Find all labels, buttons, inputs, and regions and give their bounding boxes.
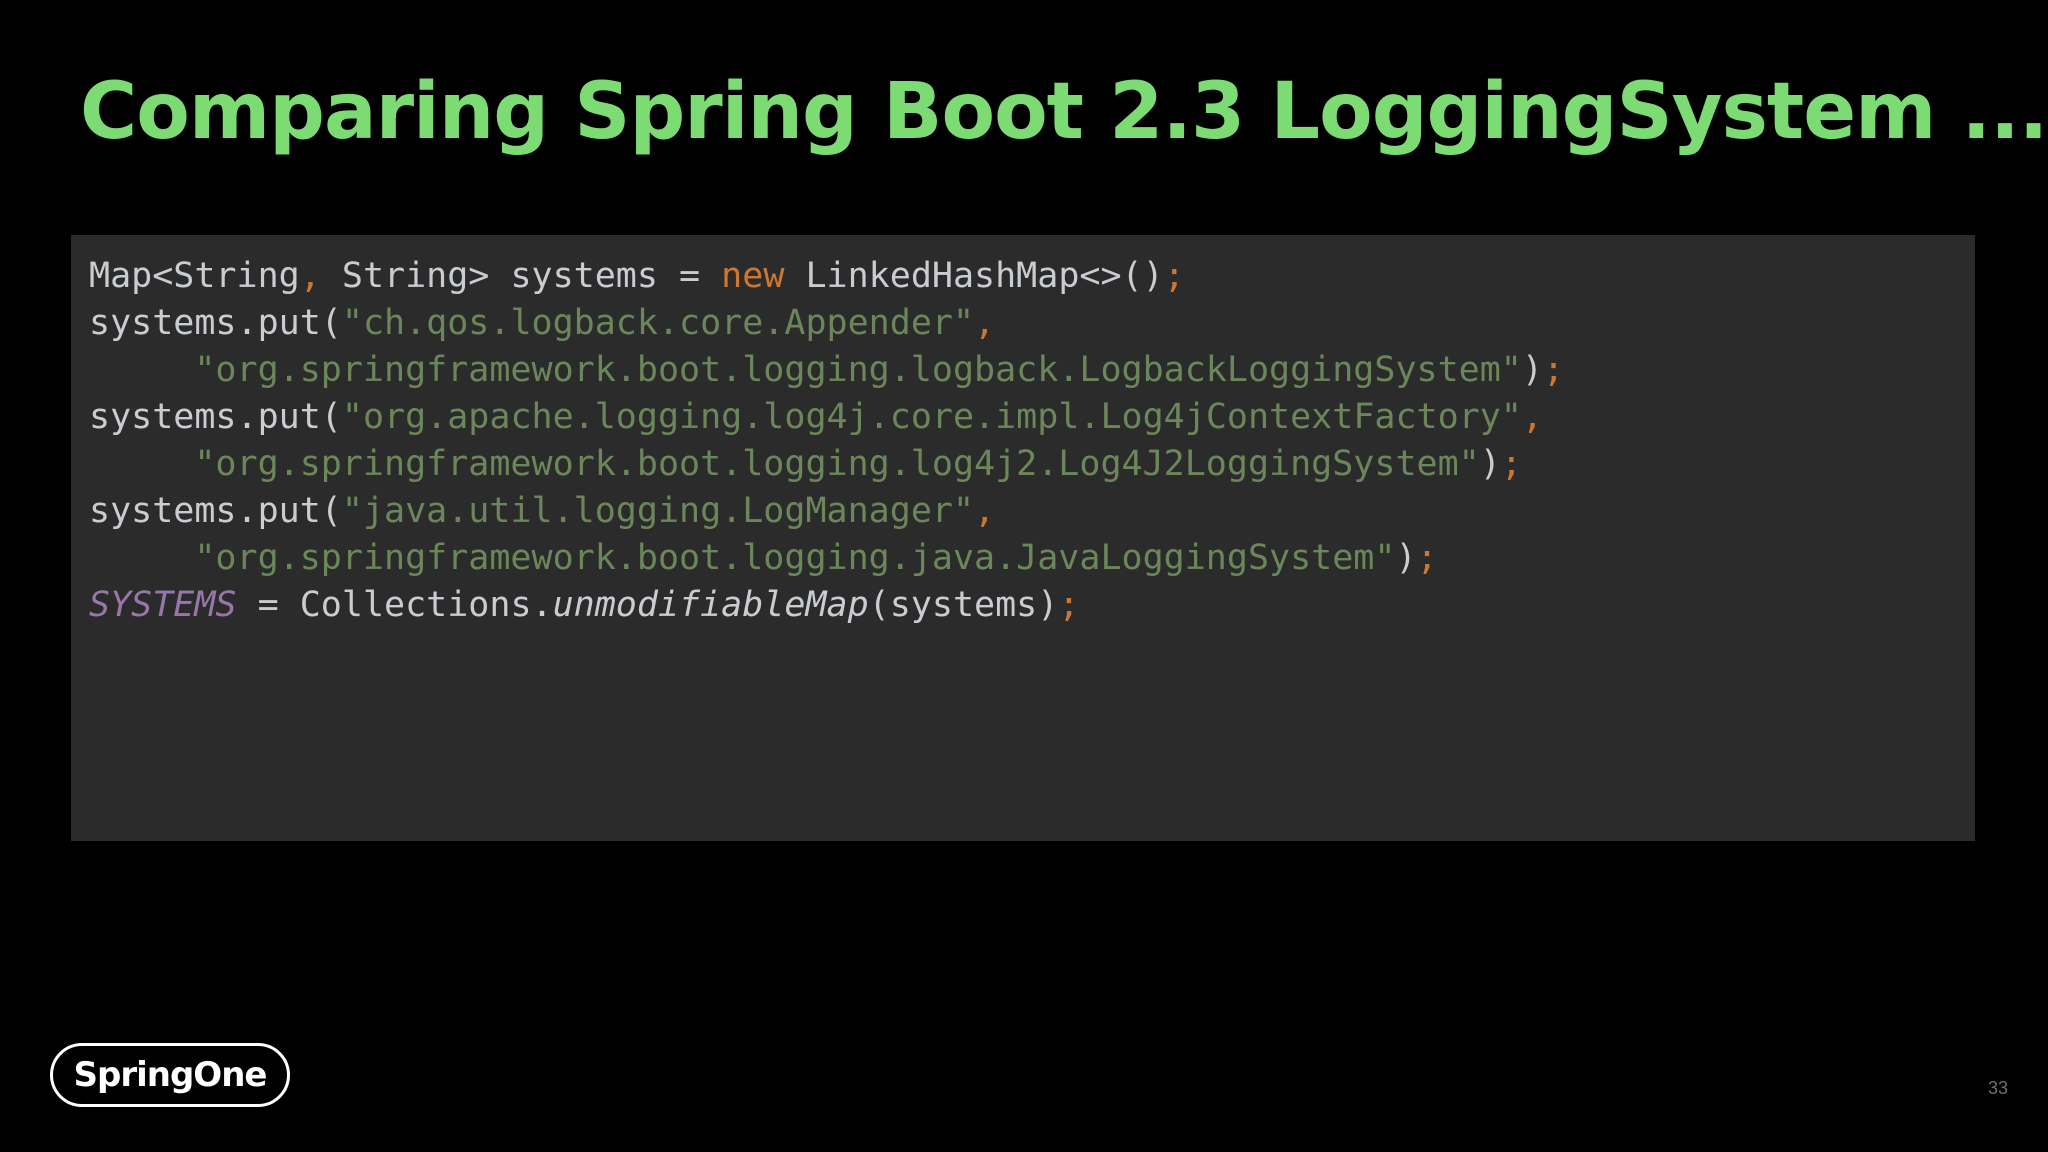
code-token: , bbox=[1521, 397, 1543, 437]
code-token: , bbox=[974, 303, 996, 343]
code-token: systems.put( bbox=[89, 491, 342, 531]
code-line: Map<String, String> systems = new Linked… bbox=[89, 253, 1564, 300]
code-token: unmodifiableMap bbox=[552, 585, 869, 625]
code-token: "org.springframework.boot.logging.java.J… bbox=[194, 538, 1396, 578]
code-token: ; bbox=[1163, 256, 1185, 296]
code-token: String> systems = bbox=[320, 256, 722, 296]
code-line: SYSTEMS = Collections.unmodifiableMap(sy… bbox=[89, 582, 1564, 629]
code-token: "java.util.logging.LogManager" bbox=[341, 491, 975, 531]
code-token: LinkedHashMap<>() bbox=[784, 256, 1164, 296]
code-token: ; bbox=[1500, 444, 1522, 484]
code-block: Map<String, String> systems = new Linked… bbox=[89, 253, 1564, 629]
code-token: , bbox=[299, 256, 321, 296]
code-token: ; bbox=[1058, 585, 1080, 625]
code-token: "ch.qos.logback.core.Appender" bbox=[341, 303, 975, 343]
code-line: systems.put("java.util.logging.LogManage… bbox=[89, 488, 1564, 535]
code-line: "org.springframework.boot.logging.log4j2… bbox=[89, 441, 1564, 488]
code-token: "org.apache.logging.log4j.core.impl.Log4… bbox=[341, 397, 1522, 437]
code-token: ) bbox=[1395, 538, 1417, 578]
code-token: ; bbox=[1416, 538, 1438, 578]
code-panel: Map<String, String> systems = new Linked… bbox=[71, 235, 1975, 841]
code-token: new bbox=[721, 256, 785, 296]
code-line: systems.put("ch.qos.logback.core.Appende… bbox=[89, 300, 1564, 347]
code-token: , bbox=[974, 491, 996, 531]
code-line: systems.put("org.apache.logging.log4j.co… bbox=[89, 394, 1564, 441]
code-token: = Collections. bbox=[236, 585, 553, 625]
code-token: ) bbox=[1521, 350, 1543, 390]
code-token: systems.put( bbox=[89, 303, 342, 343]
code-token: ) bbox=[1479, 444, 1501, 484]
code-token: SYSTEMS bbox=[89, 585, 237, 625]
code-line: "org.springframework.boot.logging.logbac… bbox=[89, 347, 1564, 394]
code-token: systems.put( bbox=[89, 397, 342, 437]
page-number: 33 bbox=[1987, 1078, 2008, 1098]
code-token: Map<String bbox=[89, 256, 300, 296]
code-token: "org.springframework.boot.logging.log4j2… bbox=[194, 444, 1480, 484]
code-token: (systems) bbox=[868, 585, 1059, 625]
springone-logo: SpringOne bbox=[50, 1043, 290, 1107]
code-token: "org.springframework.boot.logging.logbac… bbox=[194, 350, 1522, 390]
code-line: "org.springframework.boot.logging.java.J… bbox=[89, 535, 1564, 582]
slide-title: Comparing Spring Boot 2.3 LoggingSystem … bbox=[80, 67, 2048, 157]
code-token: ; bbox=[1542, 350, 1565, 390]
logo-text: SpringOne bbox=[73, 1055, 268, 1095]
